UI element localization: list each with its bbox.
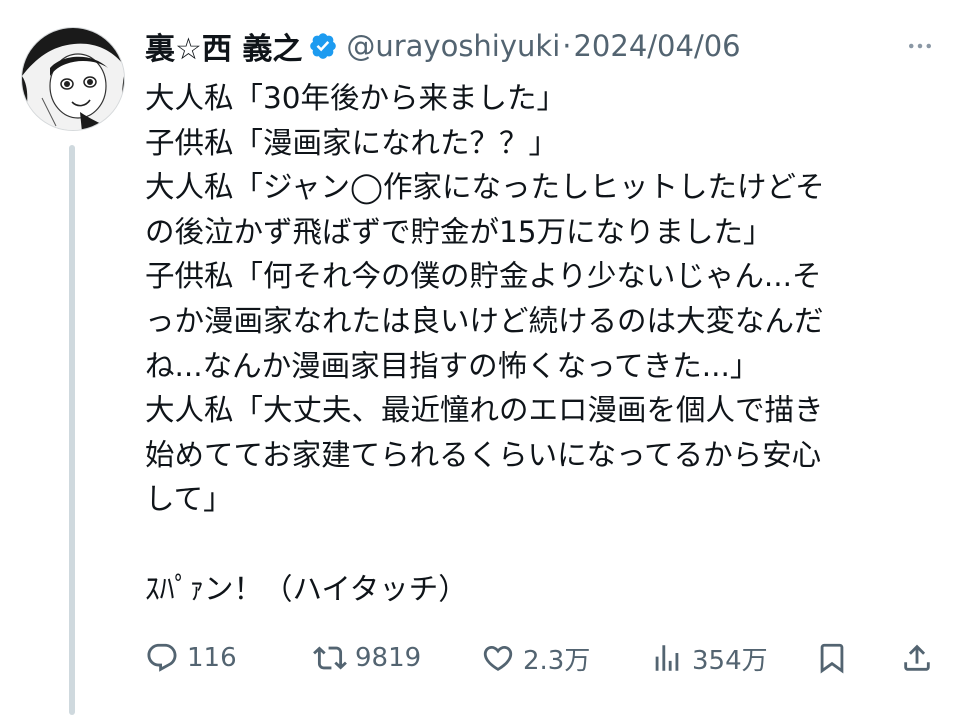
timestamp[interactable]: 2024/04/06 bbox=[573, 29, 740, 63]
tweet-line: 子供私「漫画家になれた？？」 bbox=[145, 125, 559, 160]
like-count: 2.3万 bbox=[523, 645, 591, 676]
display-name[interactable]: 裏☆西 義之 bbox=[145, 24, 302, 68]
bookmark-button[interactable] bbox=[815, 632, 849, 684]
tweet-line: っか漫画家なれたは良いけど続けるのは大変なんだ bbox=[145, 303, 824, 338]
share-icon bbox=[904, 644, 930, 671]
tweet-header: 裏☆西 義之 @urayoshiyuki · 2024/04/06 bbox=[145, 24, 940, 68]
avatar[interactable] bbox=[21, 27, 125, 131]
more-dots-icon[interactable] bbox=[902, 28, 938, 64]
action-bar: 116 9819 2.3万 354万 bbox=[145, 632, 945, 684]
tweet-line: して」 bbox=[145, 482, 233, 517]
avatar-illustration bbox=[22, 28, 124, 130]
tweet-line: 大人私「30年後から来ました」 bbox=[145, 81, 567, 115]
author-handle[interactable]: @urayoshiyuki bbox=[346, 29, 560, 63]
bookmark-icon bbox=[820, 643, 844, 674]
reply-count: 116 bbox=[187, 643, 237, 673]
views-chart-icon bbox=[655, 645, 679, 671]
views-count: 354万 bbox=[692, 645, 768, 676]
tweet-line: ね...なんか漫画家目指すの怖くなってきた...」 bbox=[145, 348, 760, 383]
retweet-count: 9819 bbox=[355, 643, 422, 673]
heart-icon bbox=[483, 645, 513, 671]
tweet-text: 大人私「30年後から来ました」 子供私「漫画家になれた？？」 大人私「ジャン◯作… bbox=[145, 76, 945, 611]
tweet-line: 大人私「ジャン◯作家になったしヒットしたけどそ bbox=[145, 170, 825, 205]
tweet-line: 子供私「何それ今の僕の貯金より少ないじゃん...そ bbox=[145, 259, 822, 294]
tweet-line bbox=[145, 522, 945, 567]
share-button[interactable] bbox=[900, 632, 934, 684]
tweet-line: の後泣かず飛ばずで貯金が15万になりました」 bbox=[145, 214, 773, 249]
verified-badge-icon bbox=[308, 31, 338, 61]
reply-button[interactable]: 116 bbox=[145, 632, 237, 684]
tweet-line: ｽﾊﾟｧン！（ハイタッチ） bbox=[145, 571, 468, 606]
reply-icon bbox=[147, 643, 177, 672]
like-button[interactable]: 2.3万 bbox=[481, 632, 590, 684]
tweet-line: 大人私「大丈夫、最近憧れのエロ漫画を個人で描き bbox=[145, 393, 824, 428]
thread-line bbox=[69, 145, 75, 715]
retweet-button[interactable]: 9819 bbox=[313, 632, 421, 684]
tweet-card: 裏☆西 義之 @urayoshiyuki · 2024/04/06 大人私「30… bbox=[0, 0, 960, 715]
separator-dot: · bbox=[562, 29, 572, 63]
retweet-icon bbox=[313, 646, 347, 670]
tweet-line: 始めててお家建てられるくらいになってるから安心 bbox=[145, 437, 822, 472]
views-button[interactable]: 354万 bbox=[650, 632, 768, 684]
